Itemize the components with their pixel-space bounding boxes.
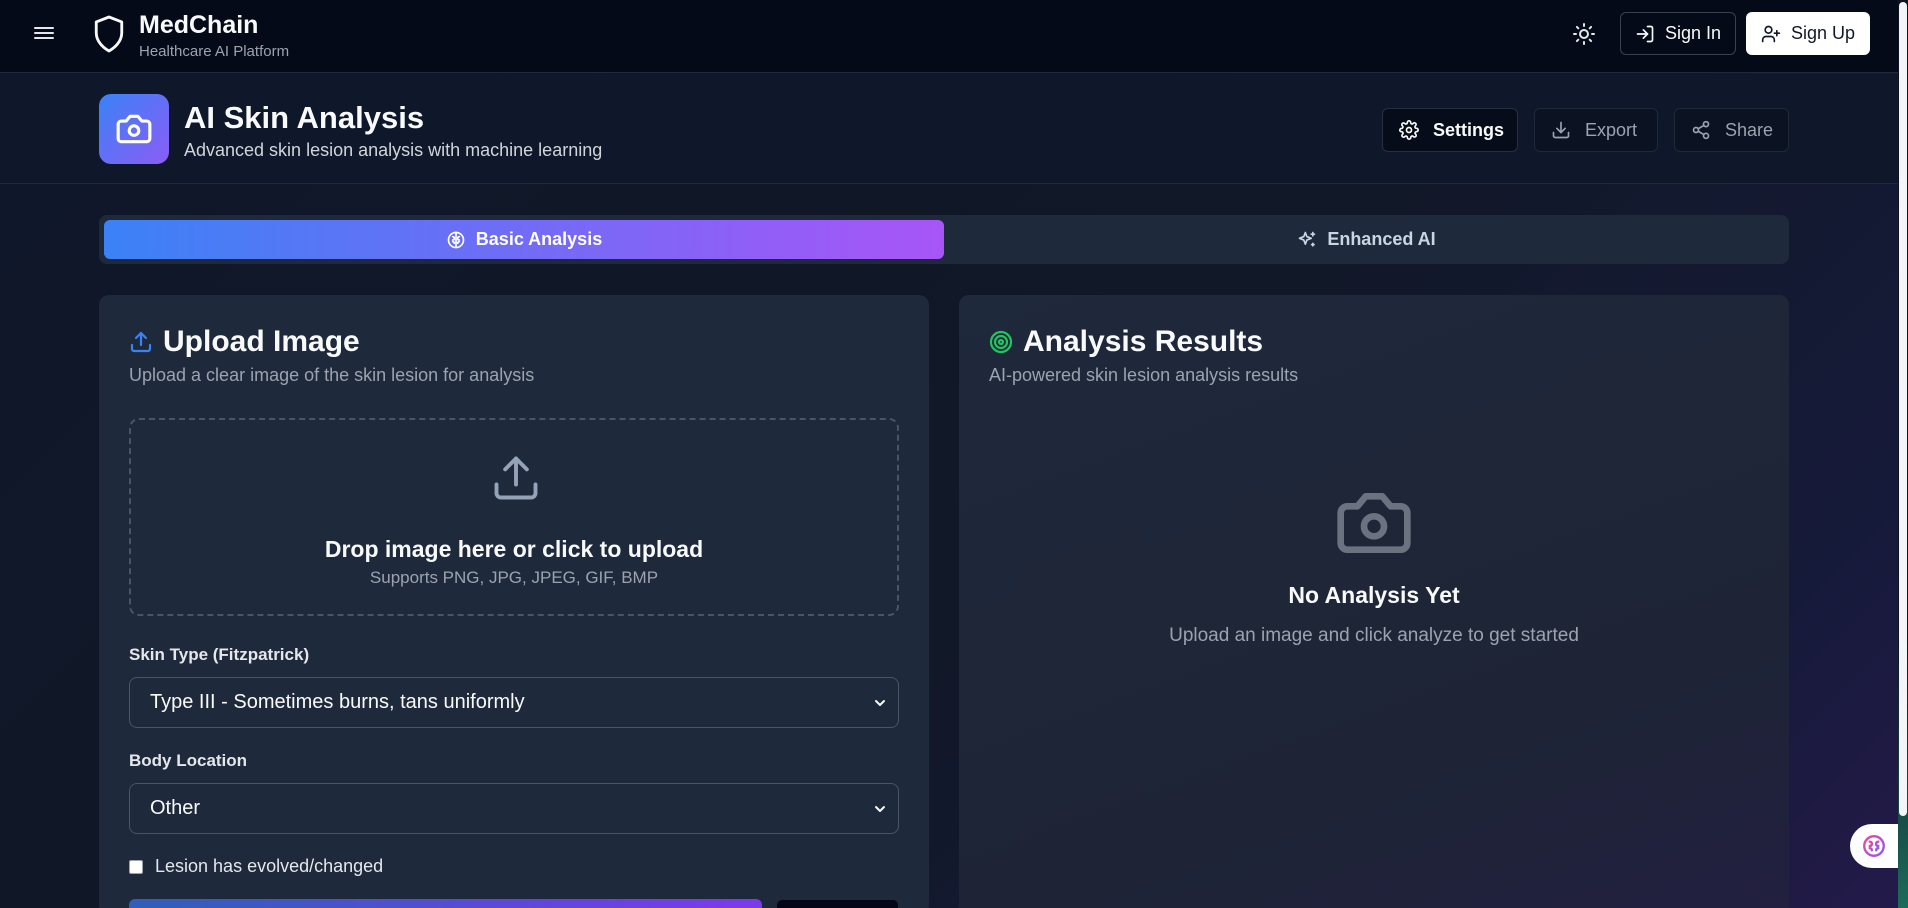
evolved-label: Lesion has evolved/changed: [155, 856, 384, 876]
sign-in-button[interactable]: Sign In: [1620, 12, 1736, 55]
image-dropzone[interactable]: Drop image here or click to upload Suppo…: [129, 418, 899, 616]
tab-enhanced-ai[interactable]: Enhanced AI: [949, 220, 1784, 259]
skin-type-value: Type III - Sometimes burns, tans uniform…: [150, 691, 525, 713]
share-label: Share: [1725, 119, 1774, 140]
body-location-select[interactable]: Other: [129, 783, 899, 834]
sparkles-icon: [1298, 231, 1316, 247]
skin-type-label: Skin Type (Fitzpatrick): [129, 645, 310, 664]
gear-icon: [1399, 120, 1419, 140]
brain-icon: [1863, 835, 1885, 857]
sign-up-button[interactable]: Sign Up: [1746, 12, 1870, 55]
tab-basic-label: Basic Analysis: [475, 229, 603, 249]
brand-name[interactable]: MedChain: [139, 11, 258, 40]
camera-icon: [116, 114, 152, 144]
upload-card-title: Upload Image: [129, 325, 360, 359]
results-subtitle: AI-powered skin lesion analysis results: [989, 365, 1299, 385]
upload-icon: [130, 331, 152, 353]
analysis-tabs: Basic Analysis Enhanced AI: [99, 215, 1789, 264]
empty-state-title: No Analysis Yet: [1288, 582, 1460, 608]
upload-icon: [494, 456, 538, 500]
evolved-checkbox[interactable]: [129, 859, 143, 874]
ai-assistant-button[interactable]: [1850, 824, 1898, 868]
app-root: MedChain Healthcare AI Platform Sign In …: [0, 0, 1908, 908]
page-title: AI Skin Analysis: [184, 100, 425, 135]
camera-icon: [1337, 493, 1411, 553]
tab-enhanced-label: Enhanced AI: [1327, 229, 1436, 249]
top-navbar: MedChain Healthcare AI Platform Sign In …: [0, 0, 1898, 73]
dropzone-formats: Supports PNG, JPG, JPEG, GIF, BMP: [369, 568, 659, 587]
chevron-down-icon: [875, 806, 885, 812]
scrollbar-thumb[interactable]: [1899, 2, 1907, 816]
upload-title-text: Upload Image: [163, 325, 360, 358]
empty-state-subtitle: Upload an image and click analyze to get…: [1169, 625, 1579, 646]
settings-button[interactable]: Settings: [1382, 108, 1518, 152]
results-title-text: Analysis Results: [1023, 325, 1264, 358]
shield-icon: [94, 15, 124, 53]
settings-label: Settings: [1433, 119, 1505, 140]
upload-subtitle: Upload a clear image of the skin lesion …: [129, 365, 535, 385]
page-subtitle: Advanced skin lesion analysis with machi…: [184, 140, 603, 160]
sign-in-label: Sign In: [1664, 23, 1722, 43]
export-button[interactable]: Export: [1534, 108, 1658, 152]
log-in-icon: [1636, 25, 1654, 42]
skin-type-select[interactable]: Type III - Sometimes burns, tans uniform…: [129, 677, 899, 728]
download-icon: [1552, 121, 1570, 139]
sign-up-label: Sign Up: [1790, 23, 1856, 43]
target-icon: [989, 330, 1013, 354]
results-card-title: Analysis Results: [989, 325, 1263, 359]
brand-tagline: Healthcare AI Platform: [139, 43, 290, 60]
hamburger-icon[interactable]: [34, 24, 54, 44]
user-plus-icon: [1761, 25, 1781, 42]
sun-icon[interactable]: [1572, 22, 1596, 46]
chevron-down-icon: [875, 700, 885, 706]
hero-icon-tile: [99, 94, 169, 164]
share-button[interactable]: Share: [1674, 108, 1789, 152]
reset-button[interactable]: [776, 899, 899, 908]
results-card: Analysis Results AI-powered skin lesion …: [959, 295, 1789, 908]
upload-card: Upload Image Upload a clear image of the…: [99, 295, 929, 908]
share-icon: [1692, 120, 1710, 140]
body-location-label: Body Location: [129, 751, 248, 770]
dropzone-title: Drop image here or click to upload: [324, 536, 704, 562]
analyze-button[interactable]: [129, 899, 762, 908]
brain-icon: [447, 231, 465, 248]
tab-basic-analysis[interactable]: Basic Analysis: [104, 220, 944, 259]
evolved-checkbox-row: Lesion has evolved/changed: [129, 856, 383, 877]
body-location-value: Other: [150, 797, 201, 819]
page-header: AI Skin Analysis Advanced skin lesion an…: [0, 74, 1898, 184]
export-label: Export: [1585, 119, 1638, 140]
